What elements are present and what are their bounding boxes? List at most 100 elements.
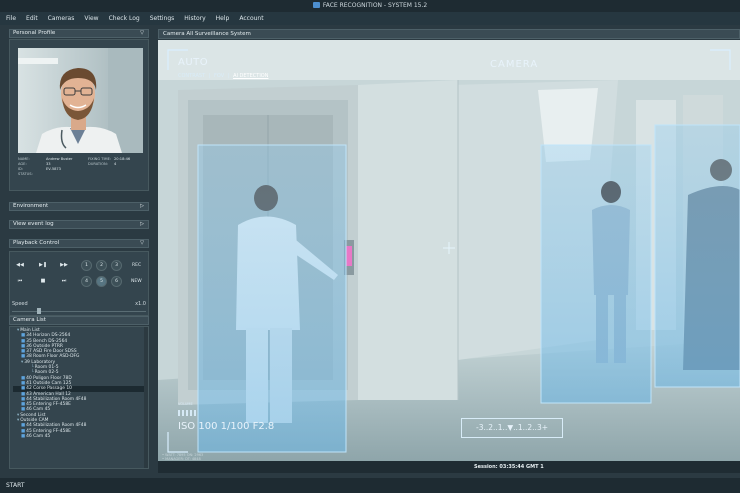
fast-forward-icon[interactable]: ▶▶: [58, 260, 70, 270]
rec-button[interactable]: REC: [132, 263, 141, 268]
hud-mode: AUTO: [178, 57, 209, 68]
new-button[interactable]: NEW: [131, 279, 142, 284]
session-time: Session: 03:35:44 GMT 1: [474, 464, 544, 470]
skip-forward-icon[interactable]: ⏭: [58, 276, 70, 286]
id-value: EV-5873: [46, 167, 61, 171]
hud-tab-fov[interactable]: FOV: [214, 73, 224, 79]
camera-list-scrollbar[interactable]: [144, 327, 148, 468]
camera-list-item[interactable]: ■46 Cam 45: [13, 434, 148, 439]
start-button[interactable]: START: [6, 482, 25, 489]
hud-tab-ai-detection[interactable]: AI DETECTION: [233, 73, 268, 79]
speed-value: x1.0: [135, 301, 146, 307]
hud-volume-label: VOLUME: [178, 402, 193, 406]
hud-tabs: CONTRAST | FOV | AI DETECTION: [178, 73, 270, 79]
channel-button-2[interactable]: 2: [96, 260, 107, 271]
expand-toggle-icon[interactable]: ▾: [17, 418, 19, 423]
stop-icon[interactable]: ■: [37, 276, 49, 286]
duration-value: 4: [114, 162, 117, 166]
menu-cameras[interactable]: Cameras: [48, 15, 75, 22]
duration-label: DURATION:: [88, 162, 108, 166]
event-log-title: View event log: [13, 221, 54, 227]
video-header: Camera All Surveillance System: [158, 29, 740, 39]
camera-icon: ■: [21, 338, 26, 344]
camera-list-label: 35 Bench DS-2564: [26, 338, 68, 344]
chevron-right-icon[interactable]: ▷: [140, 221, 144, 228]
profile-photo: [18, 48, 143, 153]
camera-icon: ■: [21, 423, 26, 429]
window-title: FACE RECOGNITION - SYSTEM 15.2: [322, 2, 428, 9]
personal-profile-panel: NAME: Andrew Buster FIXING TIME: 20:18:4…: [9, 39, 149, 191]
chevron-right-icon[interactable]: ▷: [140, 203, 144, 210]
camera-icon: ■: [21, 333, 26, 339]
camera-icon: ■: [21, 433, 26, 439]
camera-icon: ■: [21, 354, 26, 360]
camera-list-label: Room 02-5: [34, 370, 59, 376]
environment-title: Environment: [13, 203, 49, 209]
channel-button-6[interactable]: 6: [111, 276, 122, 287]
camera-feed-scene: [158, 40, 740, 462]
menu-bar: File Edit Cameras View Check Log Setting…: [0, 12, 740, 25]
left-panel: Personal Profile ▽ NAME: Andrew Buster F…: [9, 29, 149, 469]
expand-toggle-icon[interactable]: ▾: [21, 360, 23, 365]
menu-view[interactable]: View: [84, 15, 98, 22]
chevron-down-icon[interactable]: ▽: [140, 30, 144, 37]
window-title-bar: FACE RECOGNITION - SYSTEM 15.2: [0, 0, 740, 12]
manager-readout: • MANAGER: DT: 4848: [162, 457, 201, 461]
speed-slider-handle[interactable]: [37, 308, 41, 314]
hud-tab-separator: |: [208, 73, 211, 79]
event-log-header[interactable]: View event log ▷: [9, 220, 149, 229]
skip-back-icon[interactable]: ⏮: [14, 276, 26, 286]
rewind-icon[interactable]: ◀◀: [14, 260, 26, 270]
camera-list-label: 38 Room Floor ASD-DFG: [26, 354, 80, 360]
profile-info: NAME: Andrew Buster FIXING TIME: 20:18:4…: [18, 157, 143, 177]
status-label: STATUS:: [18, 172, 33, 176]
camera-icon: ■: [21, 407, 26, 413]
channel-button-5[interactable]: 5: [96, 276, 107, 287]
personal-profile-title: Personal Profile: [13, 30, 56, 36]
playback-control-title: Playback Control: [13, 240, 60, 246]
video-panel: Camera All Surveillance System AUTO CONT…: [158, 29, 740, 473]
channel-button-1[interactable]: 1: [81, 260, 92, 271]
menu-help[interactable]: Help: [216, 15, 230, 22]
camera-list-title: Camera List: [13, 317, 46, 323]
chevron-down-icon[interactable]: ▽: [140, 240, 144, 247]
menu-history[interactable]: History: [184, 15, 205, 22]
camera-icon: ■: [21, 386, 26, 392]
camera-list-label: 34 Horizon DS-2564: [26, 333, 71, 339]
camera-list: ▾Main List ■34 Horizon DS-2564 ■35 Bench D…: [9, 326, 149, 469]
play-pause-icon[interactable]: ▶❚: [37, 260, 49, 270]
camera-list-header[interactable]: Camera List: [9, 316, 149, 325]
expand-toggle-icon[interactable]: ▾: [17, 413, 19, 418]
app-icon: [312, 1, 320, 8]
camera-feed[interactable]: AUTO CONTRAST | FOV | AI DETECTION CAMER…: [158, 40, 740, 462]
camera-list-label: 45 Entering FF-458E: [26, 428, 71, 434]
speed-slider[interactable]: [12, 311, 146, 312]
expand-toggle-icon[interactable]: ▾: [17, 328, 19, 333]
camera-icon: ■: [21, 428, 26, 434]
menu-settings[interactable]: Settings: [150, 15, 175, 22]
menu-check-log[interactable]: Check Log: [109, 15, 140, 22]
camera-list-label: 43 American Hall 12: [26, 391, 71, 397]
camera-list-label: 42 Corse Passage 10: [26, 386, 72, 392]
playback-control-header[interactable]: Playback Control ▽: [9, 239, 149, 248]
menu-file[interactable]: File: [6, 15, 16, 22]
camera-icon: ■: [21, 375, 26, 381]
environment-header[interactable]: Environment ▷: [9, 202, 149, 211]
camera-list-label: 44 Stabilization Room 4F48: [26, 423, 87, 429]
camera-list-label: Second List: [20, 412, 46, 418]
video-footer: • WATT: 7895 ON: 2963 • MANAGER: DT: 484…: [158, 453, 740, 473]
playback-control-panel: ◀◀ ▶❚ ▶▶ ⏮ ■ ⏭ 1 2 3 REC 4 5 6 NEW: [9, 251, 149, 316]
personal-profile-header[interactable]: Personal Profile ▽: [9, 29, 149, 38]
exposure-scale[interactable]: -3..2..1..▼..1..2..3+: [461, 418, 563, 438]
menu-account[interactable]: Account: [239, 15, 263, 22]
tree-branch-icon: └: [31, 370, 34, 376]
video-metrics: • WATT: 7895 ON: 2963 • MANAGER: DT: 484…: [162, 453, 203, 461]
menu-edit[interactable]: Edit: [26, 15, 38, 22]
hud-tab-contrast[interactable]: CONTRAST: [178, 73, 205, 79]
status-bar: START: [0, 478, 740, 493]
video-title: Camera All Surveillance System: [163, 31, 251, 37]
channel-button-4[interactable]: 4: [81, 276, 92, 287]
hud-tab-separator: |: [227, 73, 230, 79]
camera-list-label: 40 Poligon Floor 78D: [26, 375, 72, 381]
channel-button-3[interactable]: 3: [111, 260, 122, 271]
